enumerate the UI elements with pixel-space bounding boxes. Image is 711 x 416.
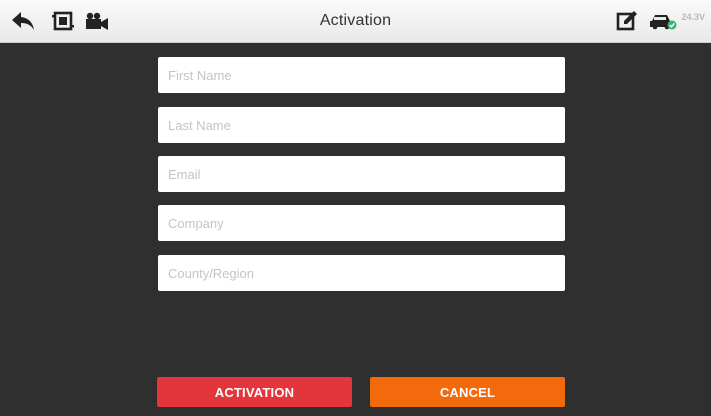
first-name-input[interactable]	[158, 57, 565, 93]
screenshot-crop-icon[interactable]	[48, 6, 78, 36]
cancel-button[interactable]: CANCEL	[370, 377, 565, 407]
region-input[interactable]	[158, 255, 565, 291]
last-name-input[interactable]	[158, 107, 565, 143]
email-input[interactable]	[158, 156, 565, 192]
top-bar: Activation 24.3V	[0, 0, 711, 43]
activation-button[interactable]: ACTIVATION	[157, 377, 352, 407]
voltage-readout: 24.3V	[681, 12, 705, 22]
company-input[interactable]	[158, 205, 565, 241]
edit-note-icon[interactable]	[612, 6, 642, 36]
video-camera-icon[interactable]	[82, 6, 112, 36]
activation-screen: Activation 24.3V ACTIVATION CANCEL	[0, 0, 711, 416]
vehicle-status-icon[interactable]	[646, 6, 680, 36]
back-arrow-icon[interactable]	[8, 6, 38, 36]
